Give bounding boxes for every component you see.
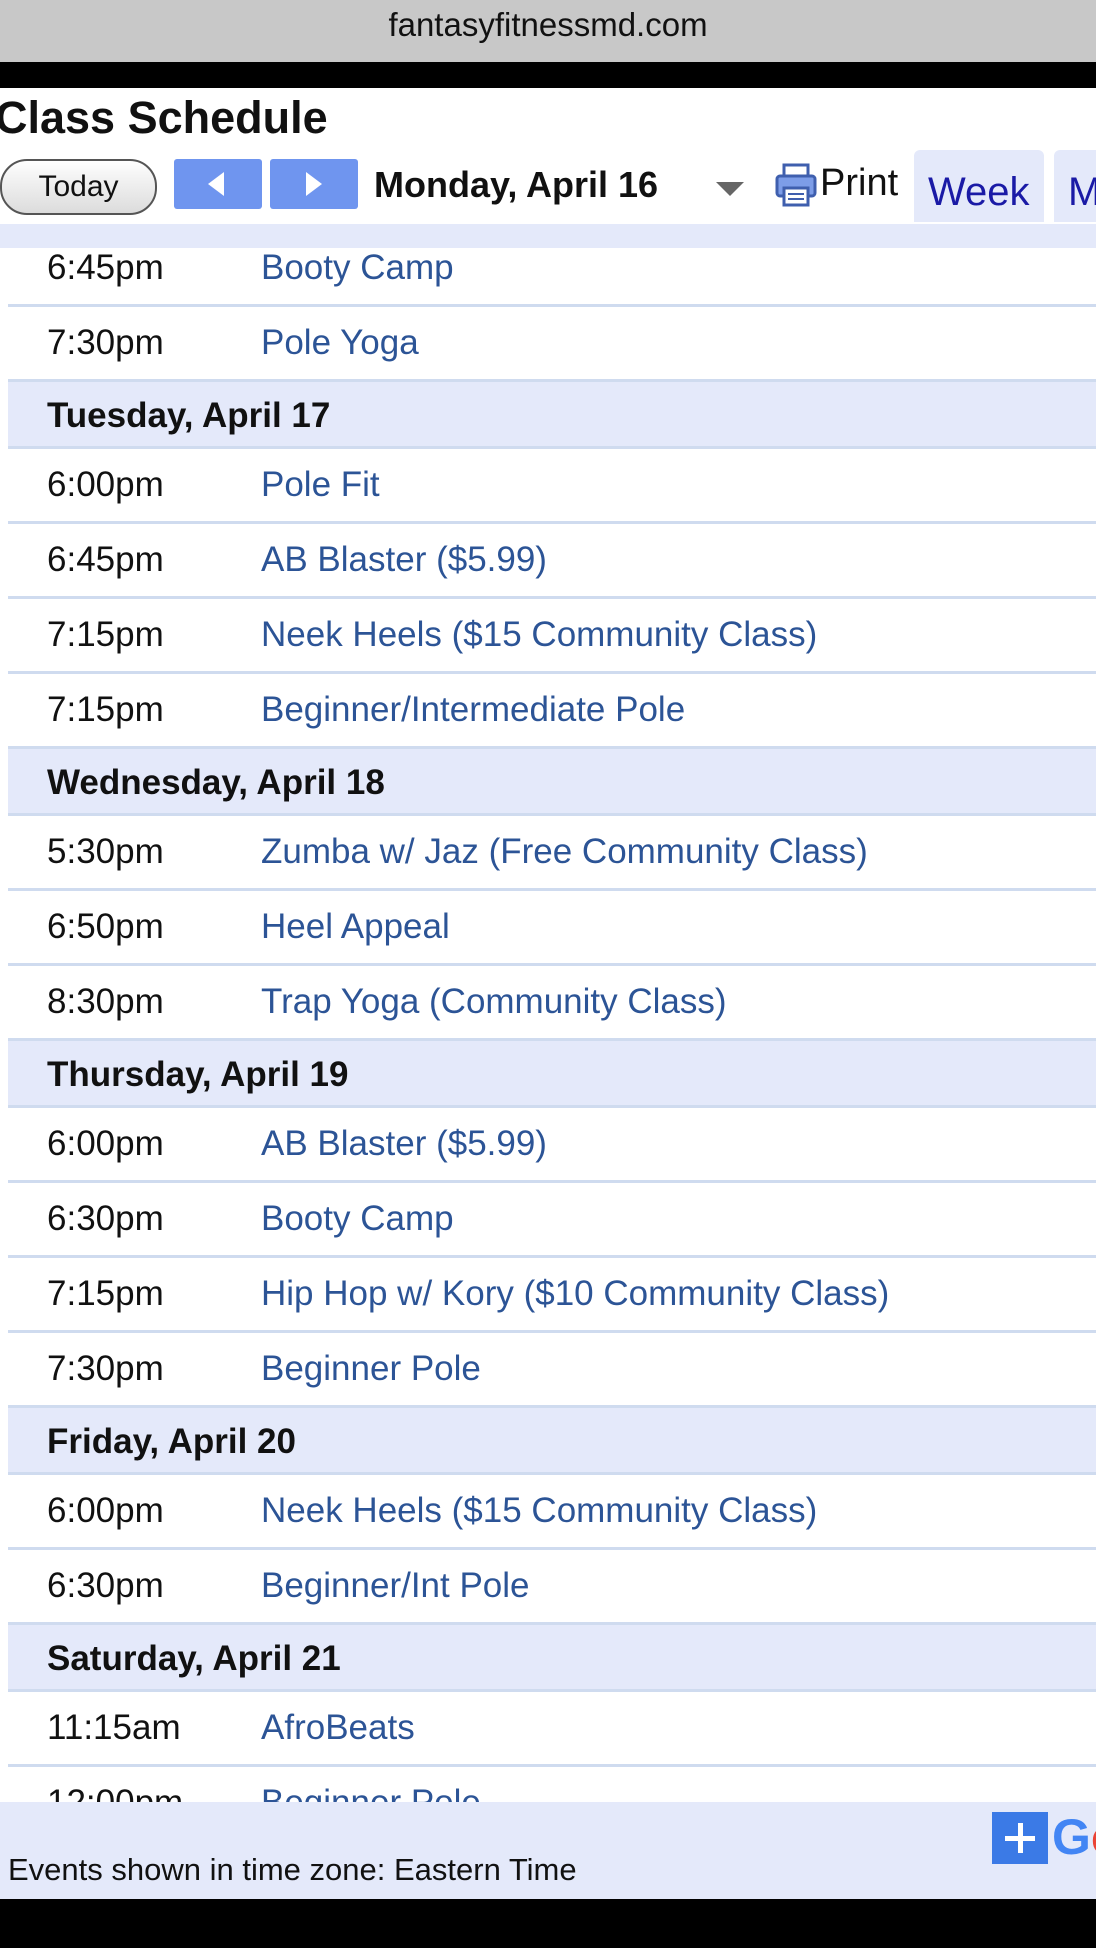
day-header-label: Thursday, April 19 [47,1055,349,1094]
footer-divider [0,1894,1096,1899]
event-time: 5:30pm [47,832,164,871]
event-time: 6:45pm [47,248,164,287]
print-button[interactable]: Print [774,162,898,212]
event-row[interactable]: 7:15pm Neek Heels ($15 Community Class) [8,599,1096,674]
print-label: Print [820,162,899,205]
event-row[interactable]: 7:30pm Beginner Pole [8,1333,1096,1408]
event-time: 8:30pm [47,982,164,1021]
event-title-link[interactable]: Neek Heels ($15 Community Class) [261,1475,817,1547]
event-row[interactable]: 6:30pm Beginner/Int Pole [8,1550,1096,1625]
event-row[interactable]: 7:30pm Pole Yoga [8,307,1096,382]
event-time: 11:15am [47,1708,181,1747]
event-time: 7:15pm [47,1274,164,1313]
calendar-page: Class Schedule Today Monday, April 16 Pr… [0,88,1096,1894]
event-title-link[interactable]: Booty Camp [261,248,454,304]
event-time: 7:15pm [47,615,164,654]
tab-week[interactable]: Week [914,150,1044,222]
event-row[interactable]: 6:30pm Booty Camp [8,1183,1096,1258]
timezone-note: Events shown in time zone: Eastern Time [8,1852,577,1887]
chevron-right-icon [306,172,322,196]
tab-month[interactable]: M [1054,150,1096,222]
event-row[interactable]: 8:30pm Trap Yoga (Community Class) [8,966,1096,1041]
event-title-link[interactable]: Beginner Pole [261,1333,481,1405]
event-row[interactable]: 6:45pm Booty Camp [8,248,1096,307]
event-row[interactable]: 6:00pm Pole Fit [8,449,1096,524]
event-time: 7:30pm [47,323,164,362]
event-row[interactable]: 7:15pm Hip Hop w/ Kory ($10 Community Cla… [8,1258,1096,1333]
event-row[interactable]: 6:45pm AB Blaster ($5.99) [8,524,1096,599]
day-header: Saturday, April 21 [8,1625,1096,1692]
event-title-link[interactable]: Pole Yoga [261,307,419,379]
event-row[interactable]: 6:50pm Heel Appeal [8,891,1096,966]
url-text: fantasyfitnessmd.com [388,6,708,43]
event-title-link[interactable]: AB Blaster ($5.99) [261,524,547,596]
event-row[interactable]: 7:15pm Beginner/Intermediate Pole [8,674,1096,749]
event-row[interactable]: 6:00pm AB Blaster ($5.99) [8,1108,1096,1183]
event-title-link[interactable]: AfroBeats [261,1692,415,1764]
event-time: 7:15pm [47,690,164,729]
day-header: Tuesday, April 17 [8,382,1096,449]
day-header: Thursday, April 19 [8,1041,1096,1108]
event-row[interactable]: 6:00pm Neek Heels ($15 Community Class) [8,1475,1096,1550]
event-time: 6:45pm [47,540,164,579]
printer-icon [775,163,817,207]
event-time: 6:30pm [47,1566,164,1605]
agenda-list[interactable]: 6:45pm Booty Camp 7:30pm Pole Yoga Tuesday, … [8,248,1096,1890]
event-title-link[interactable]: Beginner/Int Pole [261,1550,530,1622]
event-time: 6:00pm [47,465,164,504]
event-title-link[interactable]: Pole Fit [261,449,380,521]
day-header-label: Friday, April 20 [47,1422,296,1461]
chevron-left-icon [208,172,224,196]
event-time: 7:30pm [47,1349,164,1388]
calendar-footer: Events shown in time zone: Eastern Time … [0,1802,1096,1894]
url-bar[interactable]: fantasyfitnessmd.com [0,0,1096,62]
day-header-label: Wednesday, April 18 [47,763,385,802]
event-title-link[interactable]: Trap Yoga (Community Class) [261,966,727,1038]
event-row[interactable]: 5:30pm Zumba w/ Jaz (Free Community Class… [8,816,1096,891]
day-header: Friday, April 20 [8,1408,1096,1475]
event-title-link[interactable]: Zumba w/ Jaz (Free Community Class) [261,816,868,888]
add-to-google-calendar-button[interactable] [992,1812,1048,1864]
event-row[interactable]: 11:15am AfroBeats [8,1692,1096,1767]
next-button[interactable] [270,159,358,209]
google-logo: Go [1052,1809,1096,1865]
event-time: 6:30pm [47,1199,164,1238]
day-header-label: Saturday, April 21 [47,1639,341,1678]
chevron-down-icon[interactable] [716,182,744,196]
event-title-link[interactable]: Hip Hop w/ Kory ($10 Community Class) [261,1258,889,1330]
day-header-label: Tuesday, April 17 [47,396,331,435]
previous-button[interactable] [174,159,262,209]
event-title-link[interactable]: Booty Camp [261,1183,454,1255]
event-time: 6:00pm [47,1124,164,1163]
toolbar-band [0,224,1096,248]
event-title-link[interactable]: Heel Appeal [261,891,450,963]
event-time: 6:00pm [47,1491,164,1530]
event-title-link[interactable]: AB Blaster ($5.99) [261,1108,547,1180]
event-title-link[interactable]: Neek Heels ($15 Community Class) [261,599,817,671]
day-header: Wednesday, April 18 [8,749,1096,816]
event-time: 6:50pm [47,907,164,946]
current-date-label[interactable]: Monday, April 16 [374,164,658,206]
event-title-link[interactable]: Beginner/Intermediate Pole [261,674,685,746]
today-button[interactable]: Today [0,159,157,215]
